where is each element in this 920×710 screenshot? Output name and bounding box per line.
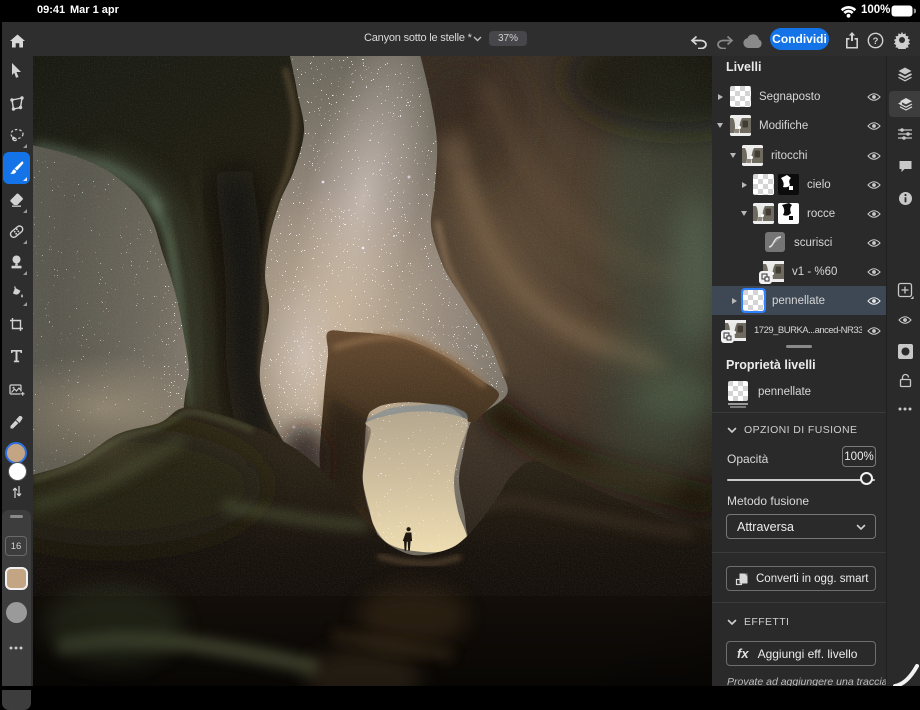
svg-text:?: ?: [873, 36, 879, 47]
